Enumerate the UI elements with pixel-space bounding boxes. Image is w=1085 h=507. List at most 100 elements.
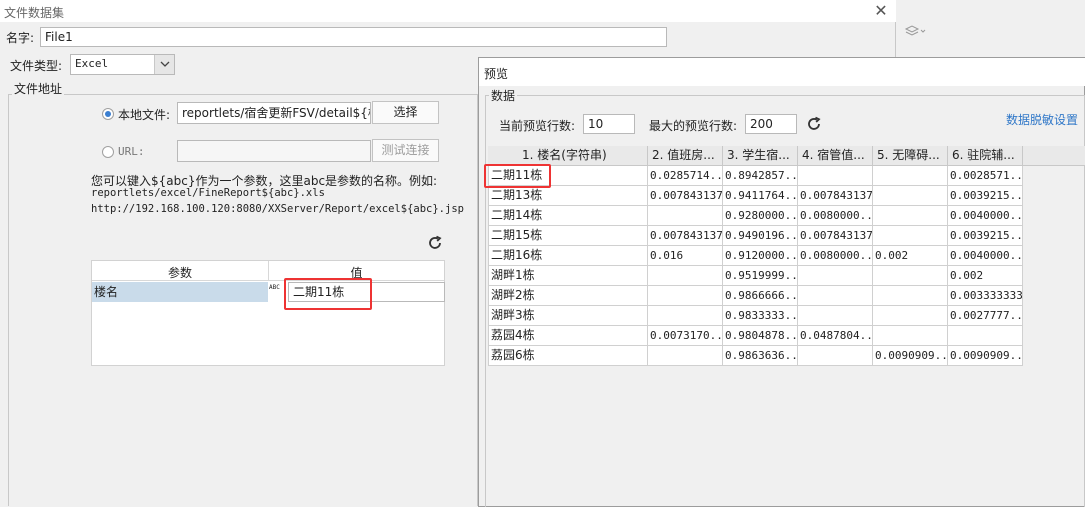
row-label-cell[interactable]: 湖畔3栋 (488, 306, 648, 326)
data-cell[interactable]: 0.0040000... (948, 246, 1023, 266)
data-cell[interactable] (873, 306, 948, 326)
data-cell[interactable]: 0.0080000... (798, 246, 873, 266)
data-cell[interactable] (873, 186, 948, 206)
data-legend: 数据 (489, 87, 518, 104)
refresh-icon[interactable] (426, 234, 444, 252)
data-cell[interactable]: 0.0040000... (948, 206, 1023, 226)
row-label-cell[interactable]: 二期13栋 (488, 186, 648, 206)
data-cell[interactable]: 0.9863636... (723, 346, 798, 366)
data-cell[interactable]: 0.0073170... (648, 326, 723, 346)
title-bar: 文件数据集 ✕ (0, 0, 896, 22)
data-cell[interactable] (873, 206, 948, 226)
data-cell[interactable]: 0.0039215... (948, 226, 1023, 246)
hint-example-file: reportlets/excel/FineReport${abc}.xls (91, 187, 325, 199)
data-cell[interactable] (798, 346, 873, 366)
row-label-cell[interactable]: 二期15栋 (488, 226, 648, 246)
file-type-select[interactable]: Excel (70, 54, 175, 75)
url-field[interactable] (177, 140, 371, 162)
data-cell[interactable]: 0.0487804... (798, 326, 873, 346)
data-cell[interactable] (648, 306, 723, 326)
data-cell[interactable]: 0.9866666... (723, 286, 798, 306)
current-rows-label: 当前预览行数: (499, 119, 576, 133)
data-cell[interactable]: 0.9411764... (723, 186, 798, 206)
local-file-radio[interactable] (102, 108, 114, 120)
data-cell[interactable]: 0.0090909... (873, 346, 948, 366)
data-cell[interactable] (798, 166, 873, 186)
data-cell[interactable]: 0.0090909... (948, 346, 1023, 366)
data-cell[interactable]: 0.0027777... (948, 306, 1023, 326)
local-file-path-field[interactable]: reportlets/宿舍更新FSV/detail${楼名}.xls (177, 102, 371, 124)
layers-icon[interactable] (904, 24, 926, 40)
data-cell[interactable]: 0.9280000... (723, 206, 798, 226)
max-rows-field[interactable]: 200 (745, 114, 797, 134)
data-desensitize-link[interactable]: 数据脱敏设置 (1006, 111, 1078, 128)
data-cell[interactable]: 0.9804878... (723, 326, 798, 346)
preview-title: 预览 (484, 67, 509, 81)
data-cell[interactable]: 0.9833333... (723, 306, 798, 326)
param-column-header: 参数 (167, 266, 192, 280)
row-label-cell[interactable]: 二期16栋 (488, 246, 648, 266)
column-header[interactable]: 4. 宿管值... (798, 146, 873, 166)
data-cell[interactable]: 0.002 (873, 246, 948, 266)
column-header[interactable]: 3. 学生宿... (723, 146, 798, 166)
refresh-icon[interactable] (805, 115, 823, 133)
data-cell[interactable]: 0.003333333 (948, 286, 1023, 306)
data-cell[interactable]: 0.9490196... (723, 226, 798, 246)
data-cell[interactable]: 0.9519999... (723, 266, 798, 286)
data-cell[interactable]: 0.0080000... (798, 206, 873, 226)
data-cell[interactable] (873, 226, 948, 246)
current-rows-field[interactable]: 10 (583, 114, 635, 134)
data-cell[interactable]: 0.9120000... (723, 246, 798, 266)
row-label-cell[interactable]: 二期14栋 (488, 206, 648, 226)
column-header[interactable]: 2. 值班房... (648, 146, 723, 166)
data-cell[interactable] (873, 286, 948, 306)
data-cell[interactable] (648, 266, 723, 286)
row-label-cell[interactable]: 湖畔1栋 (488, 266, 648, 286)
data-cell[interactable]: 0.007843137 (798, 186, 873, 206)
data-cell[interactable] (873, 266, 948, 286)
column-header[interactable]: 5. 无障碍... (873, 146, 948, 166)
select-button[interactable]: 选择 (372, 101, 439, 124)
column-header[interactable]: 1. 楼名(字符串) (488, 146, 648, 166)
data-cell[interactable]: 0.8942857... (723, 166, 798, 186)
test-connection-button[interactable]: 测试连接 (372, 139, 439, 162)
url-radio[interactable] (102, 146, 114, 158)
header-filler (1023, 146, 1085, 166)
data-cell[interactable]: 0.0039215... (948, 186, 1023, 206)
row-label-cell[interactable]: 湖畔2栋 (488, 286, 648, 306)
dialog-title: 文件数据集 (4, 6, 65, 20)
url-label: URL: (118, 145, 145, 158)
highlight-box (484, 164, 551, 188)
data-cell[interactable] (648, 346, 723, 366)
preview-dialog: 预览 数据 当前预览行数: 10 最大的预览行数: 200 数据脱敏设置 1. … (478, 57, 1085, 507)
data-cell[interactable]: 0.0285714... (648, 166, 723, 186)
parameter-table-header: 参数 值 (92, 261, 444, 281)
name-label: 名字: (6, 31, 35, 45)
file-type-value: Excel (75, 57, 109, 70)
row-label-cell[interactable]: 荔园6栋 (488, 346, 648, 366)
parameter-table: 参数 值 楼名 ABC 二期11栋 (91, 260, 445, 366)
string-type-icon[interactable]: ABC (269, 284, 283, 291)
data-cell[interactable]: 0.007843137 (648, 186, 723, 206)
data-cell[interactable]: 0.007843137 (648, 226, 723, 246)
close-icon[interactable]: ✕ (872, 2, 890, 20)
max-rows-label: 最大的预览行数: (649, 119, 738, 133)
local-file-label: 本地文件: (118, 108, 171, 122)
data-cell[interactable] (873, 326, 948, 346)
data-cell[interactable] (648, 206, 723, 226)
data-cell[interactable] (948, 326, 1023, 346)
data-cell[interactable] (873, 166, 948, 186)
data-cell[interactable]: 0.016 (648, 246, 723, 266)
data-cell[interactable]: 0.002 (948, 266, 1023, 286)
row-label-cell[interactable]: 荔园4栋 (488, 326, 648, 346)
chevron-down-icon[interactable] (154, 55, 174, 74)
data-cell[interactable] (798, 306, 873, 326)
data-cell[interactable] (798, 266, 873, 286)
data-cell[interactable] (798, 286, 873, 306)
param-name-cell[interactable]: 楼名 (92, 282, 268, 302)
data-cell[interactable]: 0.007843137 (798, 226, 873, 246)
column-header[interactable]: 6. 驻院辅... (948, 146, 1023, 166)
name-field[interactable]: File1 (40, 27, 667, 47)
data-cell[interactable]: 0.0028571... (948, 166, 1023, 186)
data-cell[interactable] (648, 286, 723, 306)
